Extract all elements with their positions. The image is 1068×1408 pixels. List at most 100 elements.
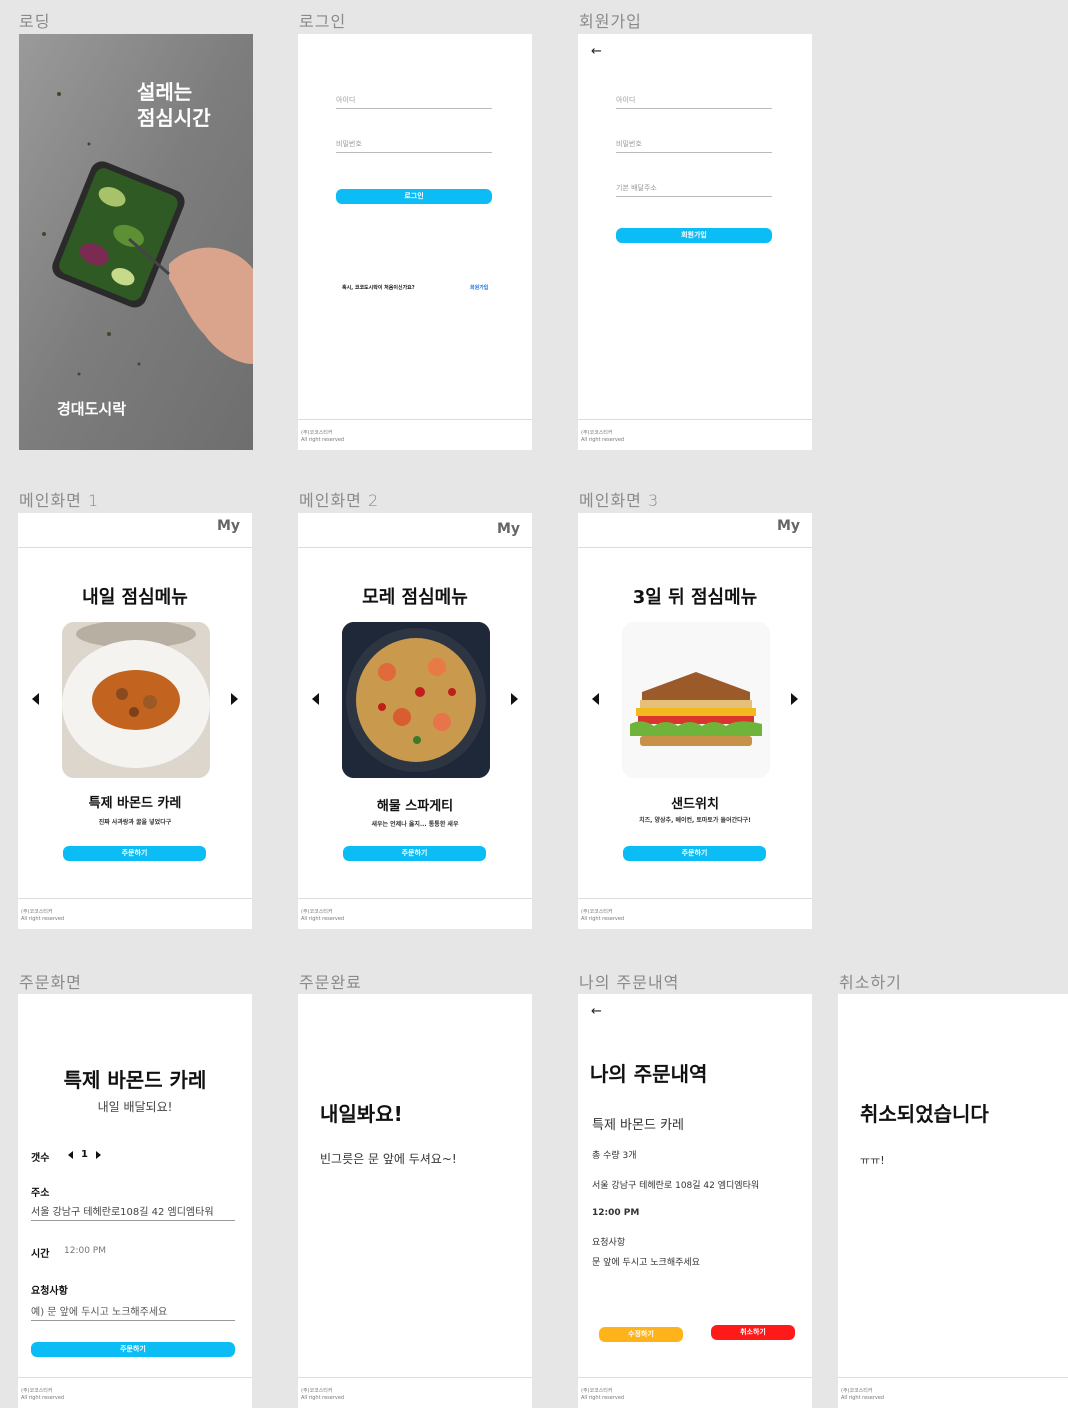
footer-rights: All right reserved <box>21 1395 65 1401</box>
food-name: 샌드위치 <box>671 797 719 812</box>
footer-company: (주)코코스티커 <box>581 430 613 436</box>
quantity-value: 1 <box>81 1149 88 1160</box>
footer: (주)코코스티커 All right reserved <box>18 1377 252 1408</box>
menu-title: 모레 점심메뉴 <box>362 587 468 608</box>
footer-company: (주)코코스티커 <box>581 909 613 915</box>
footer-company: (주)코코스티커 <box>21 1388 53 1394</box>
footer-rights: All right reserved <box>581 1395 625 1401</box>
time-label: 시간 <box>31 1249 50 1260</box>
footer-rights: All right reserved <box>301 437 345 443</box>
place-order-button[interactable]: 주문하기 <box>31 1342 235 1357</box>
complete-message: 빈그릇은 문 앞에 두셔요~! <box>320 1152 457 1166</box>
increase-icon[interactable] <box>96 1151 101 1159</box>
order-button[interactable]: 주문하기 <box>343 846 486 861</box>
cancelled-message: ㅠㅠ! <box>860 1154 885 1167</box>
footer-rights: All right reserved <box>301 1395 345 1401</box>
signup-link[interactable]: 회원가입 <box>470 284 488 291</box>
signup-password-input[interactable]: 비밀번호 <box>616 134 772 153</box>
footer-rights: All right reserved <box>581 916 625 922</box>
loading-headline-1: 설레는 <box>137 80 193 104</box>
request-label: 요청사항 <box>31 1286 68 1297</box>
footer: (주)코코스티커 All right reserved <box>18 898 252 929</box>
prev-arrow-icon[interactable] <box>32 693 39 705</box>
food-name: 해물 스파게티 <box>376 799 454 814</box>
footer-rights: All right reserved <box>581 437 625 443</box>
footer-rights: All right reserved <box>841 1395 885 1401</box>
prev-arrow-icon[interactable] <box>312 693 319 705</box>
top-bar: My <box>18 513 252 548</box>
cancel-order-button[interactable]: 취소하기 <box>711 1325 795 1340</box>
time-value[interactable]: 12:00 PM <box>64 1246 106 1256</box>
menu-title: 내일 점심메뉴 <box>82 587 188 608</box>
footer-company: (주)코코스티커 <box>301 430 333 436</box>
signup-id-placeholder: 아이디 <box>616 96 636 104</box>
food-description: 새우는 언제나 옳지... 통통한 새우 <box>371 821 459 828</box>
cancelled-screen: 취소되었습니다 ㅠㅠ! (주)코코스티커 All right reserved <box>838 994 1068 1408</box>
footer: (주)코코스티커 All right reserved <box>298 1377 532 1408</box>
footer-rights: All right reserved <box>301 916 345 922</box>
main-screen-3: My 3일 뒤 점심메뉴 샌드위치 치즈, 양상추, 베이컨, 토마토가 들어간… <box>578 513 812 929</box>
loading-headline-2: 점심시간 <box>137 106 211 130</box>
label-order: 주문화면 <box>19 973 82 992</box>
order-subtitle: 내일 배달되요! <box>97 1100 173 1114</box>
order-button[interactable]: 주문하기 <box>63 846 206 861</box>
order-button[interactable]: 주문하기 <box>623 846 766 861</box>
next-arrow-icon[interactable] <box>791 693 798 705</box>
order-history-screen: ← 나의 주문내역 특제 바몬드 카레 총 수량 3개 서울 강남구 테헤란로 … <box>578 994 812 1408</box>
signup-address-input[interactable]: 기본 배달주소 <box>616 178 772 197</box>
order-screen: 특제 바몬드 카레 내일 배달되요! 갯수 1 주소 서울 강남구 테헤란로10… <box>18 994 252 1408</box>
label-main-1: 메인화면 1 <box>19 491 100 510</box>
request-placeholder: 예) 문 앞에 두시고 노크해주세요 <box>31 1307 168 1318</box>
history-time: 12:00 PM <box>592 1208 640 1218</box>
history-request-value: 문 앞에 두시고 노크해주세요 <box>592 1258 700 1268</box>
main-screen-2: My 모레 점심메뉴 해물 스파게티 새우는 언제나 옳지... 통통한 새우 … <box>298 513 532 929</box>
label-loading: 로딩 <box>19 12 51 31</box>
request-input[interactable]: 예) 문 앞에 두시고 노크해주세요 <box>31 1300 235 1321</box>
history-title: 나의 주문내역 <box>590 1062 708 1086</box>
address-value: 서울 강남구 테헤란로108길 42 엠디엠타워 <box>31 1207 214 1218</box>
footer: (주)코코스티커 All right reserved <box>578 898 812 929</box>
signup-prompt: 혹시, 코코도시락이 처음이신가요? <box>342 285 415 291</box>
id-input[interactable]: 아이디 <box>336 90 492 109</box>
quantity-stepper[interactable]: 1 <box>68 1149 108 1161</box>
my-page-button[interactable]: My <box>217 518 240 534</box>
signup-button[interactable]: 회원가입 <box>616 228 772 243</box>
label-complete: 주문완료 <box>299 973 362 992</box>
back-arrow-icon[interactable]: ← <box>591 1004 602 1019</box>
order-title: 특제 바몬드 카레 <box>63 1068 207 1092</box>
signup-id-input[interactable]: 아이디 <box>616 90 772 109</box>
history-address: 서울 강남구 테헤란로 108길 42 엠디엠타워 <box>592 1181 760 1191</box>
edit-button[interactable]: 수정하기 <box>599 1327 683 1342</box>
curry-photo <box>62 622 210 778</box>
signup-password-placeholder: 비밀번호 <box>616 140 642 148</box>
id-placeholder: 아이디 <box>336 96 356 104</box>
footer: (주)코코스티커 All right reserved <box>298 898 532 929</box>
footer-company: (주)코코스티커 <box>301 1388 333 1394</box>
prev-arrow-icon[interactable] <box>592 693 599 705</box>
loading-brand: 경대도시락 <box>57 400 127 418</box>
password-input[interactable]: 비밀번호 <box>336 134 492 153</box>
address-field[interactable]: 서울 강남구 테헤란로108길 42 엠디엠타워 <box>31 1200 235 1221</box>
next-arrow-icon[interactable] <box>231 693 238 705</box>
label-history: 나의 주문내역 <box>579 973 680 992</box>
login-screen: 아이디 비밀번호 로그인 혹시, 코코도시락이 처음이신가요? 회원가입 (주)… <box>298 34 532 450</box>
login-button[interactable]: 로그인 <box>336 189 492 204</box>
history-quantity: 총 수량 3개 <box>592 1151 637 1161</box>
label-signup: 회원가입 <box>579 12 642 31</box>
address-label: 주소 <box>31 1188 50 1199</box>
order-complete-screen: 내일봐요! 빈그릇은 문 앞에 두셔요~! (주)코코스티커 All right … <box>298 994 532 1408</box>
history-item-name: 특제 바몬드 카레 <box>592 1118 684 1133</box>
footer: (주)코코스티커 All right reserved <box>578 1377 812 1408</box>
footer-rights: All right reserved <box>21 916 65 922</box>
footer-company: (주)코코스티커 <box>21 909 53 915</box>
back-arrow-icon[interactable]: ← <box>591 44 602 59</box>
quantity-label: 갯수 <box>31 1153 50 1164</box>
next-arrow-icon[interactable] <box>511 693 518 705</box>
label-login: 로그인 <box>299 12 347 31</box>
top-bar: My <box>578 513 812 548</box>
my-page-button[interactable]: My <box>777 518 800 534</box>
my-page-button[interactable]: My <box>497 521 520 537</box>
password-placeholder: 비밀번호 <box>336 140 362 148</box>
decrease-icon[interactable] <box>68 1151 73 1159</box>
signup-screen: ← 아이디 비밀번호 기본 배달주소 회원가입 (주)코코스티커 All righ… <box>578 34 812 450</box>
